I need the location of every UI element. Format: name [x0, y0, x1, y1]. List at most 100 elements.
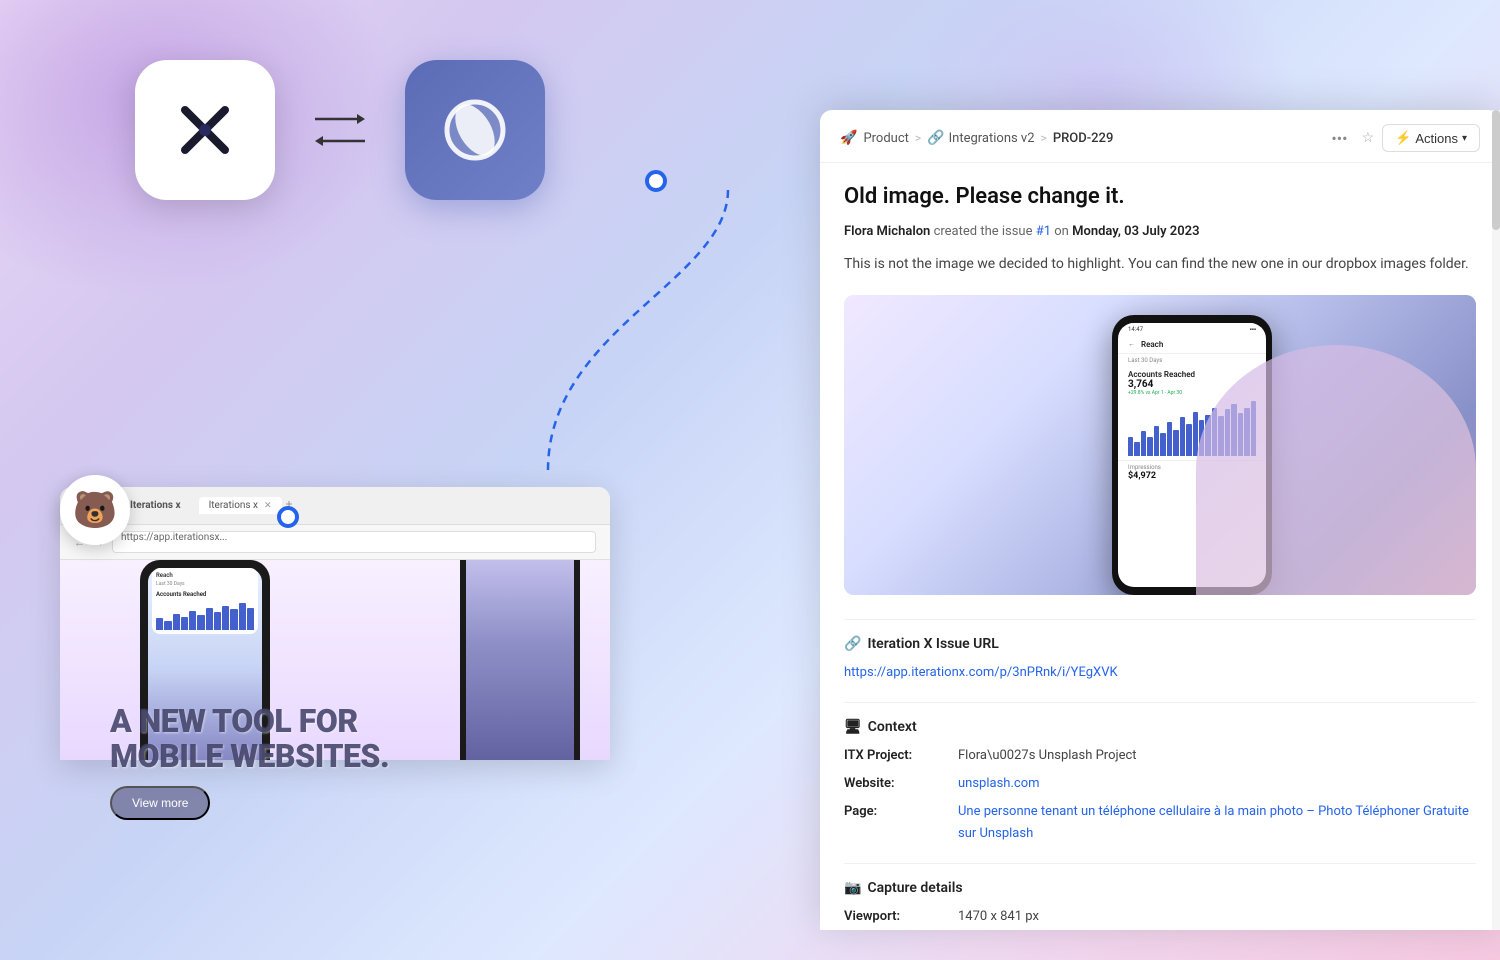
arrow-left-icon: [315, 134, 365, 148]
phone-time: 14:47: [1128, 326, 1143, 333]
right-panel: 🚀 Product > 🔗 Integrations v2 > PROD-229…: [820, 110, 1500, 930]
connector-dot-bottom: [277, 506, 299, 528]
url-input[interactable]: https://app.iterationsx...: [112, 531, 596, 553]
arrow-right-icon: [315, 112, 365, 126]
breadcrumb-actions: ••• ☆ ⚡ Actions ▾: [1325, 124, 1480, 152]
breadcrumb-integrations-label: Integrations v2: [949, 131, 1035, 146]
viewport-value: 1470 x 841 px: [958, 906, 1039, 928]
iteration-x-app-icon: [135, 60, 275, 200]
actions-chevron-icon: ▾: [1462, 133, 1467, 144]
issue-description: This is not the image we decided to high…: [844, 253, 1476, 275]
context-label: Context: [868, 719, 917, 735]
hero-title-line1: A NEW TOOL FOR: [110, 702, 358, 740]
itx-project-label: ITX Project:: [844, 745, 954, 767]
phone-right: [460, 560, 580, 760]
breadcrumb-sep-1: >: [915, 131, 921, 145]
browser-logo-text: Iterations x: [130, 500, 181, 511]
linear-app-icon: [405, 60, 545, 200]
avatar-badge: 🐻: [60, 475, 130, 545]
capture-section-icon: 📷: [844, 880, 861, 896]
issue-url-label: Iteration X Issue URL: [867, 636, 998, 652]
linear-logo-svg: [440, 95, 510, 165]
hero-title: A NEW TOOL FOR MOBILE WEBSITES.: [110, 704, 389, 774]
link-section-icon: 🔗: [844, 636, 861, 652]
actions-label: Actions: [1415, 131, 1458, 146]
issue-author: Flora Michalon: [844, 224, 930, 239]
actions-button[interactable]: ⚡ Actions ▾: [1382, 124, 1480, 152]
viewport-label: Viewport:: [844, 906, 954, 928]
phone-status-bar: 14:47 ▪▪▪: [1118, 323, 1266, 336]
issue-url-link[interactable]: https://app.iterationx.com/p/3nPRnk/i/YE…: [844, 665, 1118, 680]
issue-url-header: 🔗 Iteration X Issue URL: [844, 636, 1476, 652]
dashed-connector-line: [538, 180, 738, 480]
breadcrumb-item-integrations[interactable]: 🔗 Integrations v2: [927, 130, 1034, 146]
issue-title: Old image. Please change it.: [844, 183, 1476, 212]
hand-illustration: [1196, 345, 1476, 595]
hero-title-line2: MOBILE WEBSITES.: [110, 737, 389, 775]
tab-close-icon[interactable]: ✕: [264, 501, 272, 511]
context-section: 🖥 Context ITX Project: Flora\u0027s Unsp…: [844, 719, 1476, 845]
tab-label: Iterations x: [209, 500, 258, 511]
website-label: Website:: [844, 773, 954, 795]
phone-mini-accounts-label: Accounts Reached: [156, 591, 254, 598]
scrollbar-thumb[interactable]: [1492, 110, 1500, 230]
breadcrumb-star-icon[interactable]: ☆: [1362, 130, 1375, 146]
breadcrumb-item-prod229: PROD-229: [1053, 131, 1114, 146]
browser-urlbar: ← → https://app.iterationsx...: [60, 525, 610, 560]
phone-metric-label: Accounts Reached: [1128, 370, 1256, 379]
browser-tab[interactable]: Iterations x ✕: [199, 497, 282, 514]
capture-body: Viewport: 1470 x 841 px Captured on: Mon…: [844, 906, 1476, 930]
divider-3: [844, 863, 1476, 864]
website-link[interactable]: unsplash.com: [958, 776, 1040, 791]
page-link[interactable]: Une personne tenant un téléphone cellula…: [958, 804, 1469, 841]
phone-mini-chart: [156, 600, 254, 630]
phone-header: ← Reach: [1118, 336, 1266, 354]
breadcrumb-product-label: Product: [863, 131, 908, 146]
phone-mini-days-label: Last 30 Days: [156, 581, 254, 587]
page-value: Une personne tenant un téléphone cellula…: [958, 801, 1476, 845]
capture-label: Capture details: [867, 880, 962, 896]
view-more-button[interactable]: View more: [110, 786, 210, 820]
website-row: Website: unsplash.com: [844, 773, 1476, 795]
issue-meta-created-text: created the issue: [934, 224, 1036, 239]
capture-header: 📷 Capture details: [844, 880, 1476, 896]
context-header: 🖥 Context: [844, 719, 1476, 735]
breadcrumb: 🚀 Product > 🔗 Integrations v2 > PROD-229…: [820, 110, 1500, 163]
itx-project-value: Flora\u0027s Unsplash Project: [958, 745, 1137, 767]
breadcrumb-item-product[interactable]: Product: [863, 131, 908, 146]
connector-dot-top: [645, 170, 667, 192]
phone-subtitle: Last 30 Days: [1118, 354, 1266, 367]
context-section-icon: 🖥: [844, 719, 862, 735]
issue-ref-link[interactable]: #1: [1036, 224, 1051, 239]
page-label: Page:: [844, 801, 954, 823]
breadcrumb-more-menu[interactable]: •••: [1325, 127, 1353, 150]
rocket-icon: 🚀: [840, 130, 857, 146]
scrollbar-track: [1492, 110, 1500, 930]
page-row: Page: Une personne tenant un téléphone c…: [844, 801, 1476, 845]
iteration-x-logo-svg: [165, 90, 245, 170]
divider-1: [844, 619, 1476, 620]
context-body: ITX Project: Flora\u0027s Unsplash Proje…: [844, 745, 1476, 845]
phone-back-icon: ←: [1128, 340, 1135, 348]
divider-2: [844, 702, 1476, 703]
issue-meta: Flora Michalon created the issue #1 on M…: [844, 224, 1476, 239]
itx-project-row: ITX Project: Flora\u0027s Unsplash Proje…: [844, 745, 1476, 767]
website-value: unsplash.com: [958, 773, 1040, 795]
actions-icon: ⚡: [1395, 130, 1411, 146]
integrations-icon: 🔗: [927, 130, 944, 146]
hero-text-section: A NEW TOOL FOR MOBILE WEBSITES. View mor…: [110, 704, 389, 820]
icons-row: [135, 60, 545, 200]
issue-date: Monday, 03 July 2023: [1072, 224, 1199, 239]
issue-image: 14:47 ▪▪▪ ← Reach Last 30 Days Accounts …: [844, 295, 1476, 595]
left-side: Iterations x Iterations x ✕ + ← → https:…: [0, 0, 680, 960]
phone-right-screen: [466, 560, 574, 760]
breadcrumb-sep-2: >: [1041, 131, 1047, 145]
url-text: https://app.iterationsx...: [121, 532, 227, 543]
issue-url-section: 🔗 Iteration X Issue URL https://app.iter…: [844, 636, 1476, 684]
capture-section: 📷 Capture details Viewport: 1470 x 841 p…: [844, 880, 1476, 930]
phone-status-icons: ▪▪▪: [1250, 326, 1256, 333]
phone-mini-reach-label: Reach: [156, 572, 254, 579]
viewport-row: Viewport: 1470 x 841 px: [844, 906, 1476, 928]
sync-arrows: [315, 112, 365, 148]
issue-url-body: https://app.iterationx.com/p/3nPRnk/i/YE…: [844, 662, 1476, 684]
